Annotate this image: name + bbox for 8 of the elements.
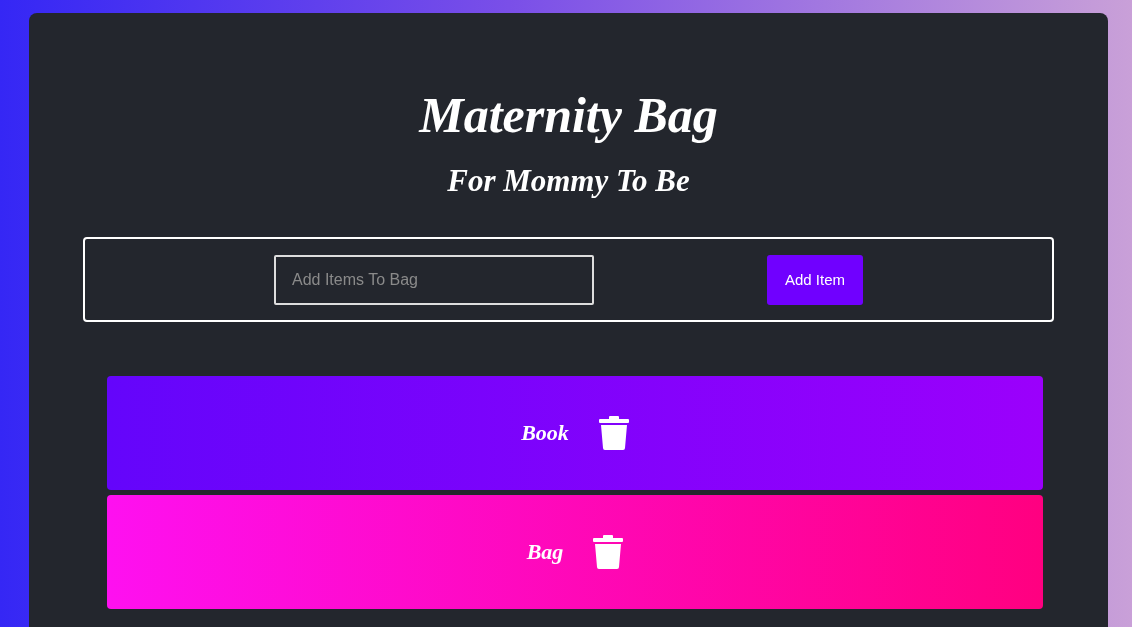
item-label: Bag	[526, 539, 564, 565]
trash-icon[interactable]	[598, 416, 629, 450]
add-item-button[interactable]: Add Item	[767, 254, 863, 305]
trash-icon[interactable]	[593, 535, 624, 569]
item-label: Book	[521, 420, 569, 446]
app-title: Maternity Bag	[419, 86, 718, 145]
item-input-field[interactable]: Add Items To Bag	[274, 254, 594, 305]
app-subtitle: For Mommy To Be	[447, 162, 690, 200]
